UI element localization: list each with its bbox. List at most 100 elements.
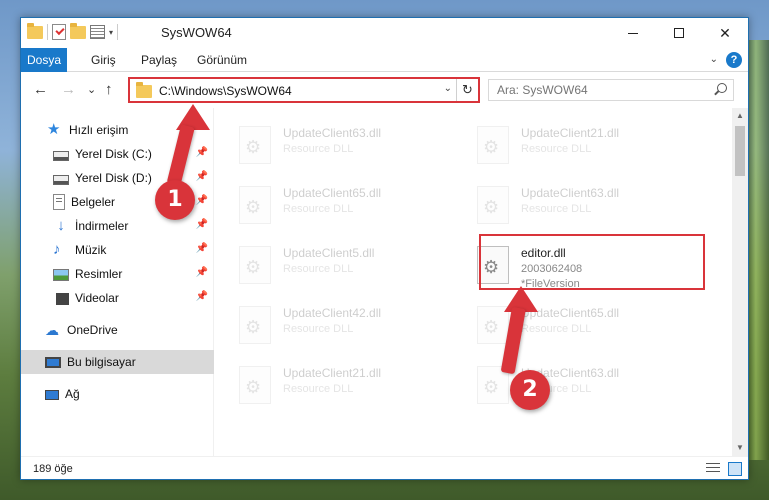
sidebar-item-label: Yerel Disk (D:) xyxy=(75,171,152,185)
file-type: Resource DLL xyxy=(521,323,592,335)
sidebar-item-network[interactable]: Ağ xyxy=(21,382,214,406)
file-item[interactable]: UpdateClient63.dll Resource DLL xyxy=(453,178,681,232)
properties-check-icon[interactable] xyxy=(52,24,66,40)
sidebar-item-onedrive[interactable]: ☁ OneDrive xyxy=(21,318,214,342)
details-view-icon[interactable] xyxy=(706,463,720,475)
large-icons-view-icon[interactable] xyxy=(728,462,742,476)
ribbon-tabs: Dosya Giriş Paylaş Görünüm ⌄ ? xyxy=(21,48,748,72)
qat-dropdown-icon[interactable]: ▾ xyxy=(109,28,113,37)
file-type: Resource DLL xyxy=(521,203,592,215)
search-icon[interactable] xyxy=(717,83,727,93)
pin-icon: 📌 xyxy=(195,195,208,206)
file-name: UpdateClient63.dll xyxy=(283,126,382,140)
file-item[interactable]: UpdateClient5.dll Resource DLL xyxy=(215,238,443,292)
close-button[interactable]: ✕ xyxy=(702,18,748,48)
scroll-up-icon[interactable]: ▲ xyxy=(732,108,748,124)
sidebar-item-this-pc[interactable]: Bu bilgisayar xyxy=(21,350,214,374)
dll-file-icon xyxy=(239,126,271,164)
dll-file-icon xyxy=(239,366,271,404)
this-pc-icon xyxy=(45,357,61,368)
address-dropdown-icon[interactable]: ⌄ xyxy=(444,83,452,94)
file-item[interactable]: UpdateClient21.dll Resource DLL xyxy=(215,358,443,412)
sidebar-item-label: Müzik xyxy=(75,243,107,257)
file-name: UpdateClient65.dll xyxy=(283,186,382,200)
desktop-palm-decoration xyxy=(747,40,769,460)
title-bar: ▾ SysWOW64 ✕ xyxy=(21,18,748,48)
file-name: UpdateClient21.dll xyxy=(521,126,620,140)
minimize-button[interactable] xyxy=(610,18,656,48)
search-box[interactable] xyxy=(488,79,734,101)
up-button[interactable]: ↑ xyxy=(105,81,113,98)
dll-file-icon xyxy=(477,186,509,224)
close-icon: ✕ xyxy=(719,24,731,41)
sidebar-item-label: Bu bilgisayar xyxy=(67,355,136,369)
tab-home[interactable]: Giriş xyxy=(81,48,126,72)
status-bar: 189 öğe xyxy=(21,456,748,479)
tab-share[interactable]: Paylaş xyxy=(131,48,187,72)
file-item[interactable]: UpdateClient65.dll Resource DLL xyxy=(453,298,681,352)
toolbar-divider xyxy=(47,24,48,40)
quick-access-toolbar: ▾ xyxy=(27,23,119,40)
callout-badge-2: 2 xyxy=(510,370,550,410)
help-icon[interactable]: ? xyxy=(726,52,742,68)
minimize-icon xyxy=(628,32,638,34)
scroll-thumb[interactable] xyxy=(735,126,745,176)
file-item[interactable]: UpdateClient63.dll Resource DLL xyxy=(453,358,681,412)
file-item[interactable]: UpdateClient21.dll Resource DLL xyxy=(453,118,681,172)
item-count: 189 öğe xyxy=(33,463,73,475)
file-list: UpdateClient63.dll Resource DLL UpdateCl… xyxy=(215,108,734,456)
tab-view[interactable]: Görünüm xyxy=(187,48,257,72)
back-button[interactable]: ← xyxy=(33,81,48,98)
address-bar[interactable]: C:\Windows\SysWOW64 ⌄ ↻ xyxy=(128,77,480,103)
forward-button[interactable]: → xyxy=(61,81,76,98)
scroll-down-icon[interactable]: ▼ xyxy=(732,440,748,456)
new-folder-icon[interactable] xyxy=(70,23,86,40)
pictures-icon xyxy=(53,269,69,281)
file-type: Resource DLL xyxy=(283,203,354,215)
address-folder-icon xyxy=(136,82,152,98)
sidebar-item-music[interactable]: ♪ Müzik 📌 xyxy=(21,238,214,262)
file-name: UpdateClient42.dll xyxy=(283,306,382,320)
highlight-box xyxy=(479,234,705,290)
file-name: UpdateClient63.dll xyxy=(521,186,620,200)
search-input[interactable] xyxy=(489,80,699,100)
vertical-scrollbar[interactable]: ▲ ▼ xyxy=(732,108,748,456)
sidebar-item-label: Videolar xyxy=(75,291,119,305)
sidebar-item-videos[interactable]: Videolar 📌 xyxy=(21,286,214,310)
address-path[interactable]: C:\Windows\SysWOW64 xyxy=(159,84,292,98)
customize-icon[interactable] xyxy=(90,25,105,39)
file-type: Resource DLL xyxy=(283,143,354,155)
refresh-icon[interactable]: ↻ xyxy=(456,79,478,101)
window-controls: ✕ xyxy=(610,18,748,48)
tab-file[interactable]: Dosya xyxy=(21,48,67,72)
star-icon: ★ xyxy=(47,121,61,138)
drive-icon xyxy=(53,150,69,161)
pin-icon: 📌 xyxy=(195,219,208,230)
maximize-button[interactable] xyxy=(656,18,702,48)
dll-file-icon xyxy=(239,306,271,344)
file-item[interactable]: UpdateClient63.dll Resource DLL xyxy=(215,118,443,172)
expand-ribbon-icon[interactable]: ⌄ xyxy=(710,54,718,65)
file-name: UpdateClient5.dll xyxy=(283,246,375,260)
downloads-icon: ↓ xyxy=(57,217,65,234)
sidebar-item-label: Yerel Disk (C:) xyxy=(75,147,152,161)
callout-badge-1: 1 xyxy=(155,180,195,220)
sidebar-item-label: Belgeler xyxy=(71,195,116,209)
onedrive-icon: ☁ xyxy=(45,322,59,338)
file-item[interactable]: UpdateClient65.dll Resource DLL xyxy=(215,178,443,232)
file-item[interactable]: UpdateClient42.dll Resource DLL xyxy=(215,298,443,352)
file-type: Resource DLL xyxy=(521,143,592,155)
file-type: Resource DLL xyxy=(283,383,354,395)
sidebar-item-downloads[interactable]: ↓ İndirmeler 📌 xyxy=(21,214,214,238)
sidebar-item-label: OneDrive xyxy=(67,323,118,337)
maximize-icon xyxy=(674,28,684,38)
documents-icon xyxy=(53,194,65,210)
pin-icon: 📌 xyxy=(195,267,208,278)
sidebar-item-pictures[interactable]: Resimler 📌 xyxy=(21,262,214,286)
dll-file-icon xyxy=(239,186,271,224)
music-icon: ♪ xyxy=(53,241,61,258)
recent-locations-button[interactable]: ⌄ xyxy=(87,83,96,96)
dll-file-icon xyxy=(477,126,509,164)
toolbar-divider xyxy=(117,24,119,40)
dll-file-icon xyxy=(239,246,271,284)
